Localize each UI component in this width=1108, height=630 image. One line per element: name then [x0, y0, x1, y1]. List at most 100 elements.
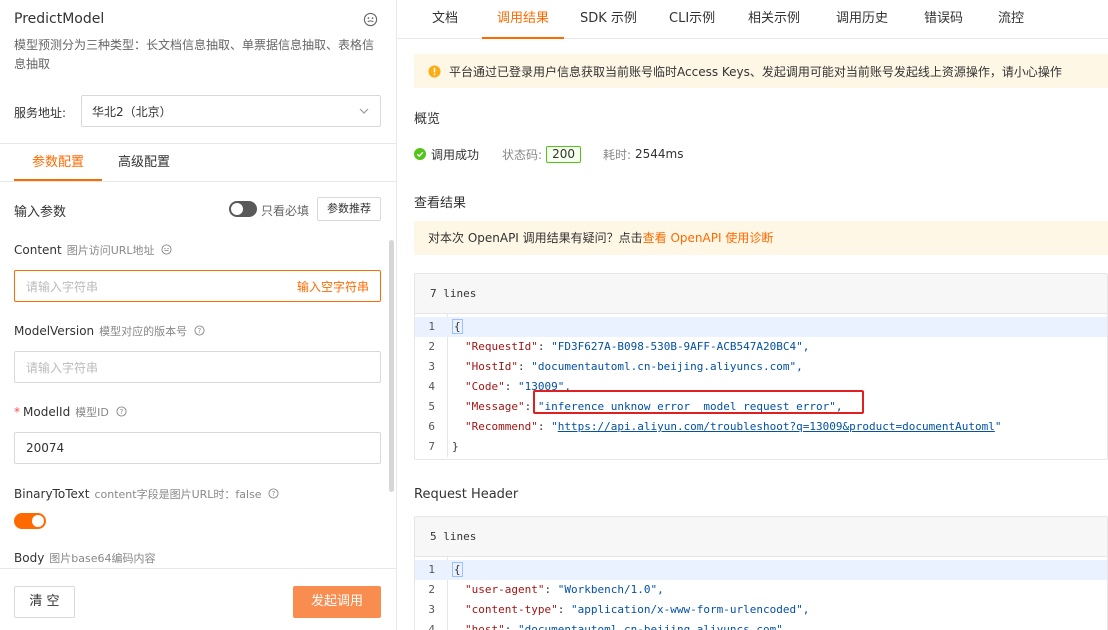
- action-bar: 清 空 发起调用: [0, 568, 396, 630]
- model-id-input[interactable]: 20074: [14, 432, 381, 464]
- json-key: "user-agent": [465, 583, 545, 596]
- tab-call-result[interactable]: 调用结果: [482, 0, 564, 39]
- model-version-label: ModelVersion 模型对应的版本号 ?: [14, 323, 205, 339]
- code-line: 1{: [415, 317, 1107, 337]
- tab-cli-example[interactable]: CLI示例: [669, 0, 715, 39]
- line-number: 3: [428, 360, 435, 373]
- tip-text: 对本次 OpenAPI 调用结果有疑问？点击: [428, 231, 643, 245]
- input-params-title: 输入参数: [14, 205, 67, 220]
- model-id-label: * ModelId 模型ID ?: [14, 404, 127, 420]
- clear-button[interactable]: 清 空: [14, 586, 75, 618]
- help-icon[interactable]: ?: [194, 325, 205, 336]
- code-line: 1{: [415, 560, 1107, 580]
- result-line-count: 7 lines: [415, 274, 1107, 314]
- field-name: Body: [14, 551, 45, 565]
- field-name: Content: [14, 243, 62, 257]
- binary-to-text-label: BinaryToText content字段是图片URL时：false ?: [14, 486, 279, 502]
- diagnosis-link[interactable]: 查看 OpenAPI 使用诊断: [643, 231, 774, 245]
- json-key: "Recommend": [465, 420, 538, 433]
- line-number: 1: [428, 320, 435, 333]
- smiley-icon[interactable]: [363, 12, 378, 27]
- json-value: "documentautoml.cn-beijing.aliyuncs.com"…: [531, 360, 803, 373]
- tab-docs[interactable]: 文档: [432, 0, 458, 39]
- line-number: 1: [428, 563, 435, 576]
- code-text: "Recommend": "https://api.aliyun.com/tro…: [465, 420, 1002, 433]
- header-code-body[interactable]: 1{2 "user-agent": "Workbench/1.0", 3 "conte…: [415, 557, 1107, 630]
- json-key: "host": [465, 623, 505, 630]
- result-code-body[interactable]: 1{2 "RequestId": "FD3F627A-B098-530B-9AFF…: [415, 314, 1107, 457]
- json-brace: }: [452, 440, 459, 453]
- tab-advanced-config[interactable]: 高级配置: [118, 144, 170, 181]
- code-text: "RequestId": "FD3F627A-B098-530B-9AFF-AC…: [465, 340, 810, 353]
- code-line: 3 "content-type": "application/x-www-form…: [415, 600, 1107, 620]
- tab-params-config[interactable]: 参数配置: [14, 144, 102, 181]
- api-debug-panel: PredictModel 模型预测分为三种类型：长文档信息抽取、单票据信息抽取、…: [0, 0, 397, 630]
- code-text: "host": "documentautoml.cn-beijing.aliyu…: [465, 620, 783, 630]
- tab-error-codes[interactable]: 错误码: [924, 0, 963, 39]
- result-tabs: 文档 调用结果 SDK 示例 CLI示例 相关示例 调用历史 错误码 流控: [398, 0, 1108, 39]
- line-number: 5: [428, 400, 435, 413]
- warning-banner: 平台通过已登录用户信息获取当前账号临时Access Keys、发起调用可能对当前…: [414, 54, 1108, 88]
- line-number: 7: [428, 440, 435, 453]
- code-text: }: [452, 437, 459, 457]
- code-line: 2 "RequestId": "FD3F627A-B098-530B-9AFF-A…: [415, 337, 1107, 357]
- status-code-label: 状态码:: [502, 147, 543, 162]
- diagnosis-tip: 对本次 OpenAPI 调用结果有疑问？点击查看 OpenAPI 使用诊断: [414, 221, 1108, 255]
- config-tabs: 参数配置 高级配置: [0, 144, 396, 182]
- service-address-value: 华北2（北京）: [92, 104, 172, 119]
- line-number: 2: [428, 583, 435, 596]
- code-text: "Code": "13009",: [465, 380, 571, 393]
- line-number: 6: [428, 420, 435, 433]
- line-number: 3: [428, 603, 435, 616]
- elapsed-label: 耗时:: [602, 147, 632, 162]
- code-line: 4 "Code": "13009",: [415, 377, 1107, 397]
- binary-to-text-toggle[interactable]: [14, 513, 46, 529]
- code-text: "Message": "inference unknow error model…: [465, 400, 843, 413]
- tab-rate-limit[interactable]: 流控: [998, 0, 1024, 39]
- line-number: 4: [428, 380, 435, 393]
- content-placeholder: 请输入字符串: [26, 279, 99, 294]
- tab-sdk-example[interactable]: SDK 示例: [580, 0, 637, 39]
- code-line: 3 "HostId": "documentautoml.cn-beijing.al…: [415, 357, 1107, 377]
- code-text: "user-agent": "Workbench/1.0",: [465, 583, 664, 596]
- code-text: {: [452, 560, 463, 580]
- json-value: "Workbench/1.0",: [557, 583, 664, 596]
- api-description: 模型预测分为三种类型：长文档信息抽取、单票据信息抽取、表格信息抽取: [14, 38, 375, 71]
- json-value: "application/x-www-form-urlencoded",: [570, 603, 810, 616]
- smiley-icon[interactable]: [161, 244, 172, 255]
- json-value: "13009",: [518, 380, 571, 393]
- tab-call-history[interactable]: 调用历史: [836, 0, 888, 39]
- help-icon[interactable]: ?: [268, 488, 279, 499]
- param-recommend-button[interactable]: 参数推荐: [317, 197, 381, 221]
- model-version-placeholder: 请输入字符串: [26, 360, 99, 375]
- content-input[interactable]: 请输入字符串 输入空字符串: [14, 270, 381, 302]
- params-scrollbar[interactable]: [389, 240, 394, 492]
- json-value: "documentautoml.cn-beijing.aliyuncs.com": [518, 623, 783, 630]
- body-label: Body 图片base64编码内容: [14, 550, 156, 566]
- svg-text:?: ?: [272, 490, 276, 498]
- line-number: 2: [428, 340, 435, 353]
- code-line: 7}: [415, 437, 1107, 457]
- field-name: ModelVersion: [14, 324, 95, 338]
- help-icon[interactable]: ?: [116, 406, 127, 417]
- field-hint: 模型对应的版本号: [99, 325, 188, 338]
- svg-text:?: ?: [198, 327, 202, 335]
- input-empty-string-link[interactable]: 输入空字符串: [297, 278, 369, 295]
- status-code-badge: 200: [546, 145, 581, 163]
- model-id-value: 20074: [26, 441, 65, 455]
- service-address-select[interactable]: 华北2（北京）: [81, 95, 381, 127]
- only-required-toggle[interactable]: [229, 201, 257, 217]
- line-number: 4: [428, 623, 435, 630]
- code-line: 5 "Message": "inference unknow error mode…: [415, 397, 1107, 417]
- code-text: "HostId": "documentautoml.cn-beijing.ali…: [465, 360, 803, 373]
- json-url-value[interactable]: "https://api.aliyun.com/troubleshoot?q=1…: [551, 420, 1001, 433]
- field-hint: content字段是图片URL时：false: [94, 488, 262, 501]
- chevron-down-icon: [359, 108, 369, 114]
- model-version-input[interactable]: 请输入字符串: [14, 351, 381, 383]
- send-request-button[interactable]: 发起调用: [293, 586, 381, 618]
- field-hint: 图片base64编码内容: [49, 552, 156, 565]
- overview-title: 概览: [414, 112, 441, 127]
- json-brace: {: [452, 319, 463, 334]
- tab-related-examples[interactable]: 相关示例: [748, 0, 800, 39]
- json-key: "Code": [465, 380, 505, 393]
